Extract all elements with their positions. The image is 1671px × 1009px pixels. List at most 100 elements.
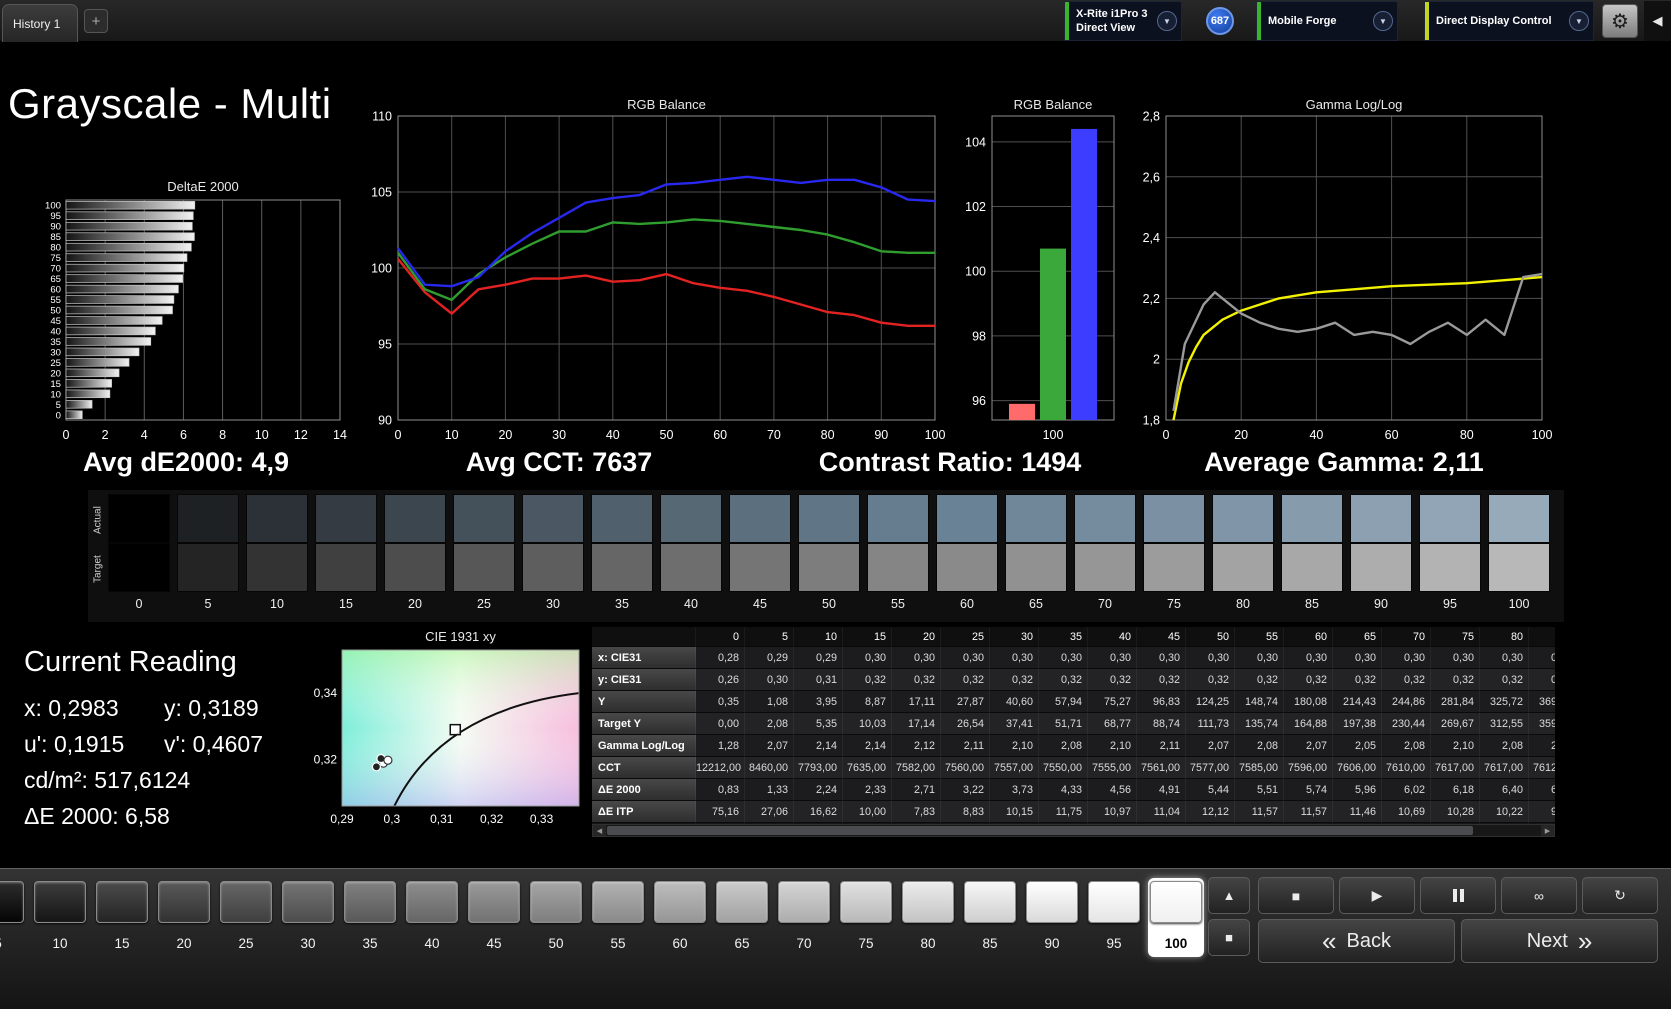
table-cell: 2,07 [745,735,794,757]
step-button-80[interactable]: 80 [900,878,956,957]
gray-swatch-45: 45 [729,494,791,611]
svg-text:2,4: 2,4 [1143,231,1160,245]
table-cell: 0,35 [696,691,745,713]
table-cell: 2,10 [1431,735,1480,757]
table-cell: 0,30 [1333,647,1382,669]
settings-button[interactable]: ⚙ [1602,4,1638,38]
table-cell: 4,56 [1088,779,1137,801]
table-cell: 0,32 [941,669,990,691]
scroll-left-icon[interactable]: ◀ [593,825,606,836]
scrollbar-thumb[interactable] [607,826,1473,835]
table-col-header: 30 [990,627,1039,647]
step-swatch [716,881,768,923]
table-cell: 7606,00 [1333,757,1382,779]
svg-text:30: 30 [50,347,61,358]
step-label: 80 [902,936,954,951]
step-button-45[interactable]: 45 [466,878,522,957]
table-cell: 75,27 [1088,691,1137,713]
display-control-dropdown[interactable]: Direct Display Control ▼ [1424,1,1594,41]
table-cell: 148,74 [1235,691,1284,713]
step-button-60[interactable]: 60 [652,878,708,957]
svg-text:6: 6 [180,428,187,442]
step-button-50[interactable]: 50 [528,878,584,957]
table-cell: 12,12 [1186,801,1235,823]
actual-patch [1419,494,1481,543]
svg-text:98: 98 [972,329,986,343]
meter-name: X-Rite i1Pro 3 [1076,7,1148,21]
scroll-up-button[interactable]: ▲ [1208,877,1250,914]
swatch-list: 0510152025303540455055606570758085909510… [108,494,1550,611]
pattern-window-button[interactable]: ■ [1208,919,1250,956]
step-scroll-controls: ▲ ■ [1208,877,1250,956]
step-swatch [96,881,148,923]
table-cell: 7617,00 [1431,757,1480,779]
target-patch [246,543,308,592]
measurement-count-badge: 687 [1206,7,1234,35]
step-label: 55 [592,936,644,951]
table-cell: 0,30 [843,647,892,669]
step-button-15[interactable]: 15 [94,878,150,957]
play-button[interactable]: ▶ [1339,877,1415,914]
table-col-header: 5 [745,627,794,647]
workflow-dropdown[interactable]: Mobile Forge ▼ [1256,1,1398,41]
actual-patch [315,494,377,543]
continuous-button[interactable]: ∞ [1501,877,1577,914]
step-button-30[interactable]: 30 [280,878,336,957]
actual-patch [177,494,239,543]
step-button-95[interactable]: 95 [1086,878,1142,957]
repeat-button[interactable]: ↻ [1582,877,1658,914]
meter-mode: Direct View [1076,21,1148,35]
table-cell: 2,11 [1137,735,1186,757]
table-horizontal-scrollbar[interactable]: ◀ ▶ [592,824,1555,837]
svg-text:DeltaE 2000: DeltaE 2000 [167,179,239,194]
step-button-65[interactable]: 65 [714,878,770,957]
step-button-5[interactable]: 5 [0,878,26,957]
table-col-header: 25 [941,627,990,647]
step-button-25[interactable]: 25 [218,878,274,957]
step-swatch [902,881,954,923]
svg-text:95: 95 [378,338,392,352]
back-button[interactable]: « Back [1258,919,1455,963]
gray-swatch-60: 60 [936,494,998,611]
gray-swatch-0: 0 [108,494,170,611]
add-tab-button[interactable]: + [84,9,108,33]
step-button-90[interactable]: 90 [1024,878,1080,957]
table-cell: 111,73 [1186,713,1235,735]
actual-patch [1488,494,1550,543]
step-button-40[interactable]: 40 [404,878,460,957]
target-patch [108,543,170,592]
chevron-down-icon[interactable]: ▼ [1569,11,1589,31]
table-cell: 7617,00 [1480,757,1529,779]
pause-button[interactable] [1420,877,1496,914]
step-button-10[interactable]: 10 [32,878,88,957]
collapse-panel-button[interactable]: ◀ [1644,1,1671,41]
deltae-bar-50 [66,306,172,314]
table-cell: 0,30 [1039,647,1088,669]
tab-history-1[interactable]: History 1 [2,4,78,42]
next-button[interactable]: Next » [1461,919,1658,963]
scroll-right-icon[interactable]: ▶ [1541,825,1554,836]
step-button-75[interactable]: 75 [838,878,894,957]
table-cell: 6,56 [1529,779,1555,801]
step-label: 90 [1026,936,1078,951]
target-patch [453,543,515,592]
step-button-85[interactable]: 85 [962,878,1018,957]
target-patch [798,543,860,592]
step-button-35[interactable]: 35 [342,878,398,957]
chevron-down-icon[interactable]: ▼ [1157,11,1177,31]
meter-dropdown[interactable]: X-Rite i1Pro 3 Direct View ▼ [1064,1,1182,41]
step-button-100[interactable]: 100 [1148,878,1204,957]
step-button-55[interactable]: 55 [590,878,646,957]
step-button-20[interactable]: 20 [156,878,212,957]
svg-text:0,31: 0,31 [430,812,454,826]
svg-text:100: 100 [925,428,946,442]
step-button-70[interactable]: 70 [776,878,832,957]
table-cell: 0,30 [1529,647,1555,669]
workflow-status-indicator [1257,2,1261,40]
chevron-down-icon[interactable]: ▼ [1373,11,1393,31]
swatch-level-label: 50 [798,597,860,611]
stop-button[interactable]: ■ [1258,877,1334,914]
measured-point [372,763,380,771]
svg-text:96: 96 [972,394,986,408]
svg-text:85: 85 [50,232,61,243]
